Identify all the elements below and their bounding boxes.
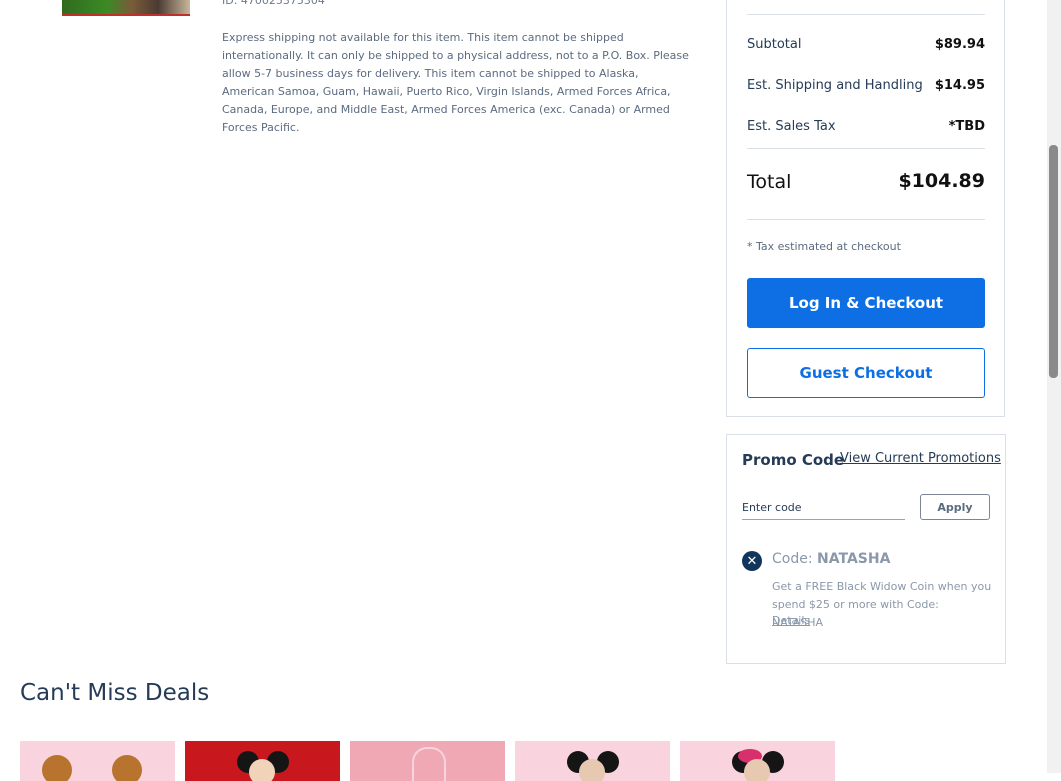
deal-card[interactable] [185, 741, 340, 781]
item-id: ID: 470025375304 [222, 0, 325, 7]
scrollbar-track[interactable] [1047, 0, 1061, 773]
total-label: Total [747, 171, 792, 193]
applied-code: Code: NATASHA [772, 551, 890, 567]
divider [747, 14, 985, 15]
tax-note: * Tax estimated at checkout [747, 240, 901, 253]
deal-card[interactable] [515, 741, 670, 781]
code-details-link[interactable]: Details [772, 614, 810, 627]
code-prefix: Code: [772, 551, 813, 567]
mickey-face [249, 759, 275, 781]
tax-value: *TBD [948, 119, 985, 134]
chip-plush-image [42, 755, 72, 781]
code-name: NATASHA [817, 551, 891, 567]
apply-button[interactable]: Apply [920, 494, 990, 520]
product-image[interactable] [62, 0, 190, 16]
mickey-face [579, 759, 605, 781]
scrollbar-thumb[interactable] [1049, 145, 1058, 378]
deal-card[interactable] [20, 741, 175, 781]
divider [747, 219, 985, 220]
promo-code-input[interactable] [742, 495, 905, 520]
shipping-note: Express shipping not available for this … [222, 31, 689, 134]
view-promotions-link[interactable]: View Current Promotions [840, 451, 1001, 466]
shipping-value: $14.95 [934, 78, 985, 93]
tax-label: Est. Sales Tax [747, 119, 836, 134]
close-circle-icon[interactable]: ✕ [742, 551, 762, 571]
deals-title: Can't Miss Deals [20, 680, 210, 706]
total-value: $104.89 [898, 170, 985, 192]
promo-title: Promo Code [742, 451, 845, 469]
shipping-label: Est. Shipping and Handling [747, 78, 923, 93]
divider [747, 148, 985, 149]
guest-checkout-button[interactable]: Guest Checkout [747, 348, 985, 398]
subtotal-label: Subtotal [747, 37, 802, 52]
deal-card[interactable] [680, 741, 835, 781]
dale-plush-image [112, 755, 142, 781]
bag-handle [412, 747, 446, 781]
login-checkout-button[interactable]: Log In & Checkout [747, 278, 985, 328]
deal-card[interactable] [350, 741, 505, 781]
subtotal-value: $89.94 [934, 37, 985, 52]
minnie-face [744, 759, 770, 781]
